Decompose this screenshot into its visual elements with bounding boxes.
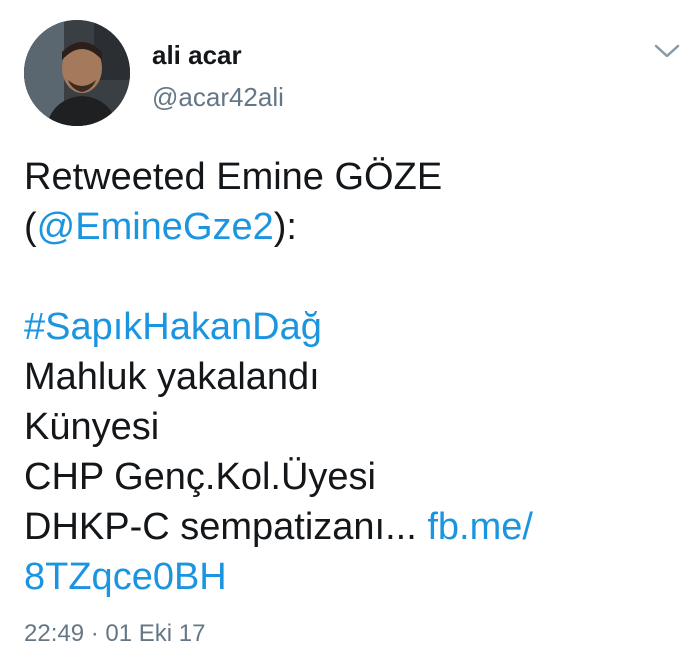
paren-close: ): xyxy=(273,206,297,248)
mention-line: (@EmineGze2): xyxy=(24,202,684,252)
profile-photo xyxy=(24,20,130,126)
hashtag-link[interactable]: #SapıkHakanDağ xyxy=(24,302,684,352)
user-name[interactable]: ali acar xyxy=(152,40,242,71)
url-link-part2[interactable]: 8TZqce0BH xyxy=(24,552,684,602)
text-line: Mahluk yakalandı xyxy=(24,356,320,398)
tweet-text: Retweeted Emine GÖZE (@EmineGze2): #Sapı… xyxy=(24,152,684,602)
tweet-timestamp[interactable]: 22:49 · 01 Eki 17 xyxy=(24,620,205,648)
chevron-down-icon[interactable] xyxy=(652,40,682,62)
url-link-part1[interactable]: fb.me/ xyxy=(427,506,533,548)
user-handle[interactable]: @acar42ali xyxy=(152,82,284,113)
text-line: CHP Genç.Kol.Üyesi xyxy=(24,456,376,498)
text-line: Künyesi xyxy=(24,406,160,448)
text-segment: DHKP-C sempatizanı... xyxy=(24,506,428,548)
retweet-line: Retweeted Emine GÖZE xyxy=(24,156,443,198)
text-line-with-link: DHKP-C sempatizanı... fb.me/ xyxy=(24,502,684,552)
mention-link[interactable]: @EmineGze2 xyxy=(37,206,274,248)
avatar[interactable] xyxy=(24,20,130,126)
paren-open: ( xyxy=(24,206,37,248)
